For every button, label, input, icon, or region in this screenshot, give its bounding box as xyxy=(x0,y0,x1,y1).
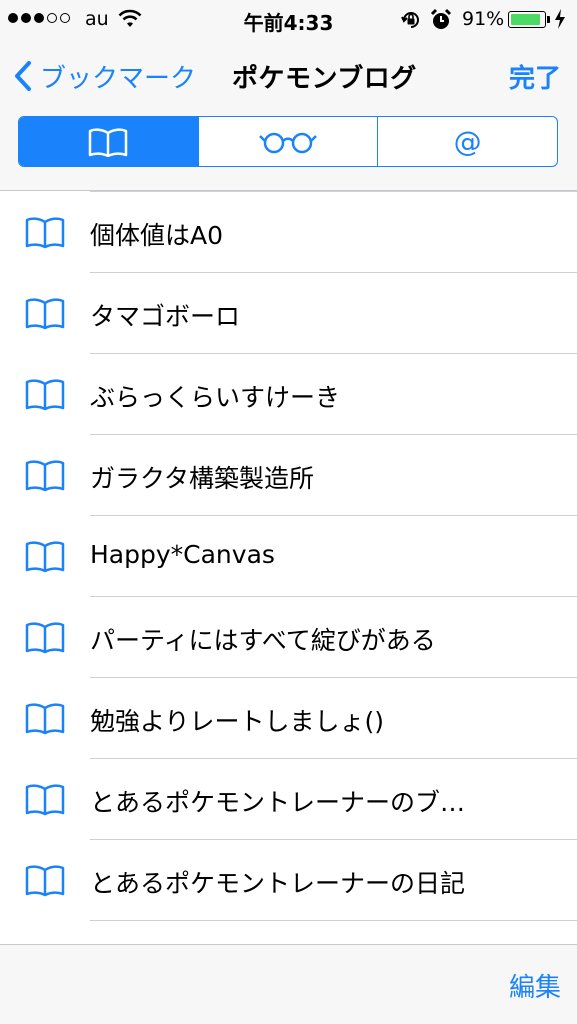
bookmark-row[interactable]: 勉強よりレートしましょ() xyxy=(0,678,577,759)
bookmark-row[interactable]: とあるポケモントレーナーの日記 xyxy=(0,840,577,921)
page-title: ポケモンブログ xyxy=(232,64,417,94)
tab-reading-list[interactable] xyxy=(197,117,378,166)
battery-icon xyxy=(508,11,550,28)
back-button-label: ブックマーク xyxy=(40,63,197,94)
charging-bolt-icon xyxy=(554,9,566,33)
at-sign-icon: @ xyxy=(453,124,482,158)
book-icon xyxy=(24,540,66,578)
bottom-toolbar: 編集 xyxy=(0,944,577,1024)
book-icon xyxy=(24,297,66,335)
book-icon xyxy=(24,864,66,902)
bookmark-row[interactable]: Happy*Canvas xyxy=(0,516,577,597)
bookmark-row[interactable]: ガラクタ構築製造所 xyxy=(0,435,577,516)
bookmark-title: 個体値はA0 xyxy=(90,221,224,250)
battery-percent: 91% xyxy=(462,8,505,30)
bookmark-row[interactable]: ぶらっくらいすけーき xyxy=(0,354,577,435)
status-bar: au 午前4:33 91% xyxy=(0,0,577,40)
book-icon xyxy=(24,702,66,740)
book-icon xyxy=(24,621,66,659)
bookmark-row[interactable]: タマゴボーロ xyxy=(0,273,577,354)
bookmark-title: ぶらっくらいすけーき xyxy=(90,383,341,412)
tab-bookmarks[interactable] xyxy=(19,117,198,166)
segmented-control: @ xyxy=(18,116,558,167)
bookmark-title: タマゴボーロ xyxy=(90,302,241,331)
row-divider xyxy=(90,920,577,921)
bookmark-title: ガラクタ構築製造所 xyxy=(90,464,315,493)
book-icon xyxy=(24,216,66,254)
bookmark-title: Happy*Canvas xyxy=(90,540,275,569)
bookmark-row[interactable]: パーティにはすべて綻びがある xyxy=(0,597,577,678)
bookmark-title: とあるポケモントレーナーの日記 xyxy=(90,869,466,898)
bookmark-title: パーティにはすべて綻びがある xyxy=(90,626,436,655)
reading-glasses-icon xyxy=(259,132,317,153)
tab-shared-links[interactable]: @ xyxy=(377,117,557,166)
book-icon xyxy=(24,783,66,821)
bookmark-row[interactable]: とあるポケモントレーナーのブ… xyxy=(0,759,577,840)
book-icon xyxy=(24,459,66,497)
back-button[interactable]: ブックマーク xyxy=(14,56,196,96)
edit-button[interactable]: 編集 xyxy=(509,967,561,1004)
alarm-icon xyxy=(430,8,452,36)
orientation-lock-icon xyxy=(400,9,422,35)
bookmark-list: 個体値はA0 タマゴボーロぶらっくらいすけーき ガラクタ構築製造所 Happy*Can… xyxy=(0,191,577,944)
bookmark-row[interactable]: 個体値はA0 xyxy=(0,192,577,273)
bookmark-title: 勉強よりレートしましょ() xyxy=(90,707,385,736)
book-icon xyxy=(24,378,66,416)
bookmark-title: とあるポケモントレーナーのブ… xyxy=(90,788,466,817)
navigation-bar: ブックマーク ポケモンブログ 完了 @ xyxy=(0,40,577,191)
chevron-left-icon xyxy=(15,61,31,91)
book-icon xyxy=(89,127,128,157)
done-button[interactable]: 完了 xyxy=(509,58,561,95)
